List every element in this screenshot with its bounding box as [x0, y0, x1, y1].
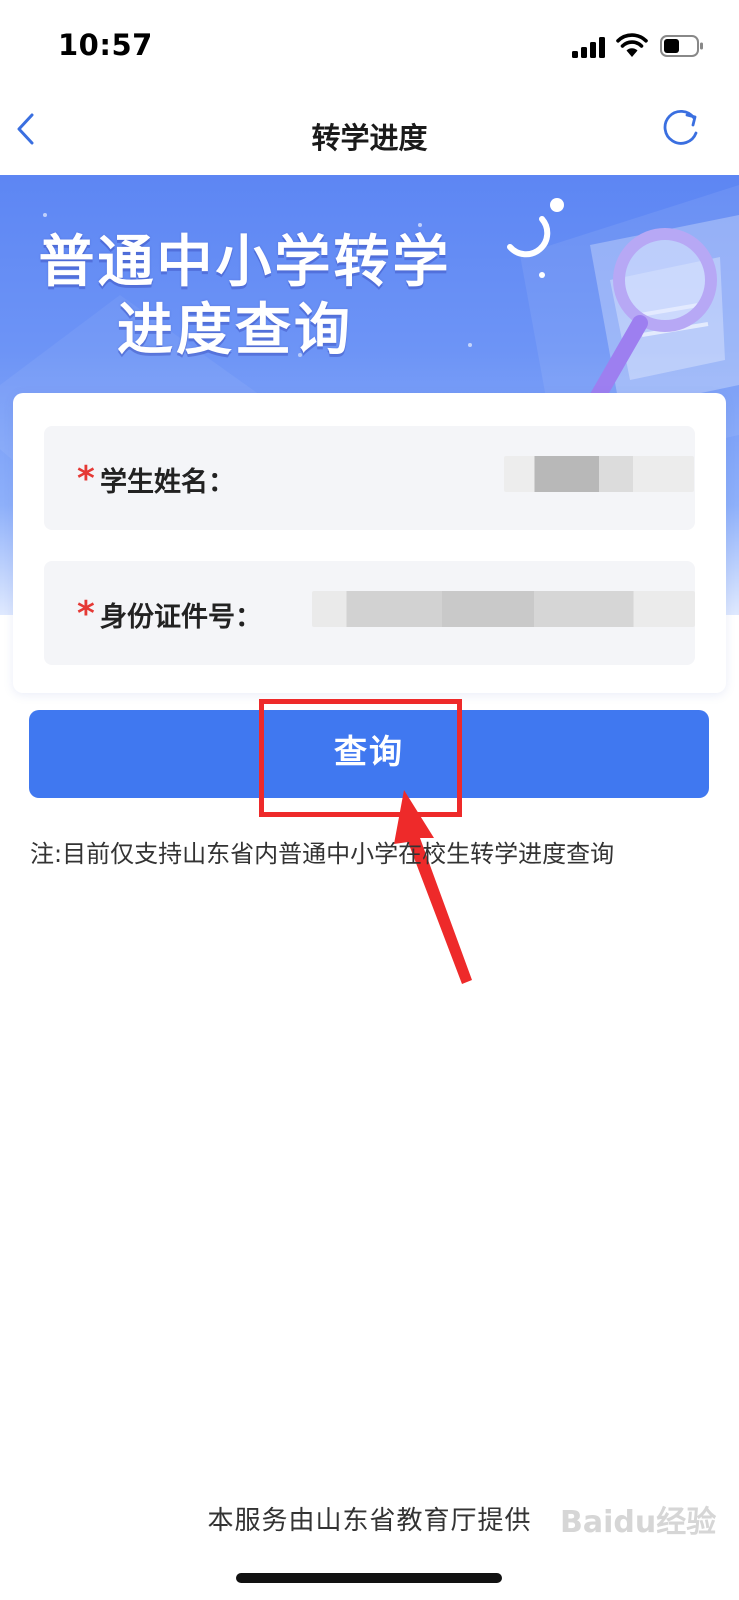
- student-name-label: 学生姓名：: [100, 467, 235, 498]
- student-name-value-blurred[interactable]: [504, 456, 694, 492]
- banner-title-line2: 进度查询: [117, 298, 353, 363]
- nav-bar: 转学进度: [0, 95, 739, 175]
- note-text: 注:目前仅支持山东省内普通中小学在校生转学进度查询: [30, 840, 615, 868]
- battery-icon: [660, 35, 703, 57]
- id-number-field[interactable]: * 身份证件号：: [44, 561, 695, 665]
- required-mark: *: [77, 459, 95, 499]
- wifi-icon: [616, 33, 648, 57]
- student-name-field[interactable]: * 学生姓名：: [44, 426, 695, 530]
- required-mark: *: [77, 594, 95, 634]
- magnifier-icon: [507, 198, 739, 415]
- page-title: 转学进度: [311, 121, 428, 155]
- refresh-icon[interactable]: [660, 107, 702, 149]
- form-card: * 学生姓名： * 身份证件号：: [13, 393, 726, 693]
- arrow-annotation-icon: [394, 790, 472, 984]
- signal-icon: [572, 36, 606, 58]
- id-number-label: 身份证件号：: [100, 602, 262, 633]
- id-number-value-blurred[interactable]: [312, 591, 695, 627]
- status-bar: 10:57: [0, 0, 739, 95]
- home-indicator: [236, 1573, 502, 1583]
- watermark: Baidu经验: [560, 1505, 717, 1540]
- query-button[interactable]: 查询: [29, 710, 709, 798]
- status-time: 10:57: [58, 28, 153, 62]
